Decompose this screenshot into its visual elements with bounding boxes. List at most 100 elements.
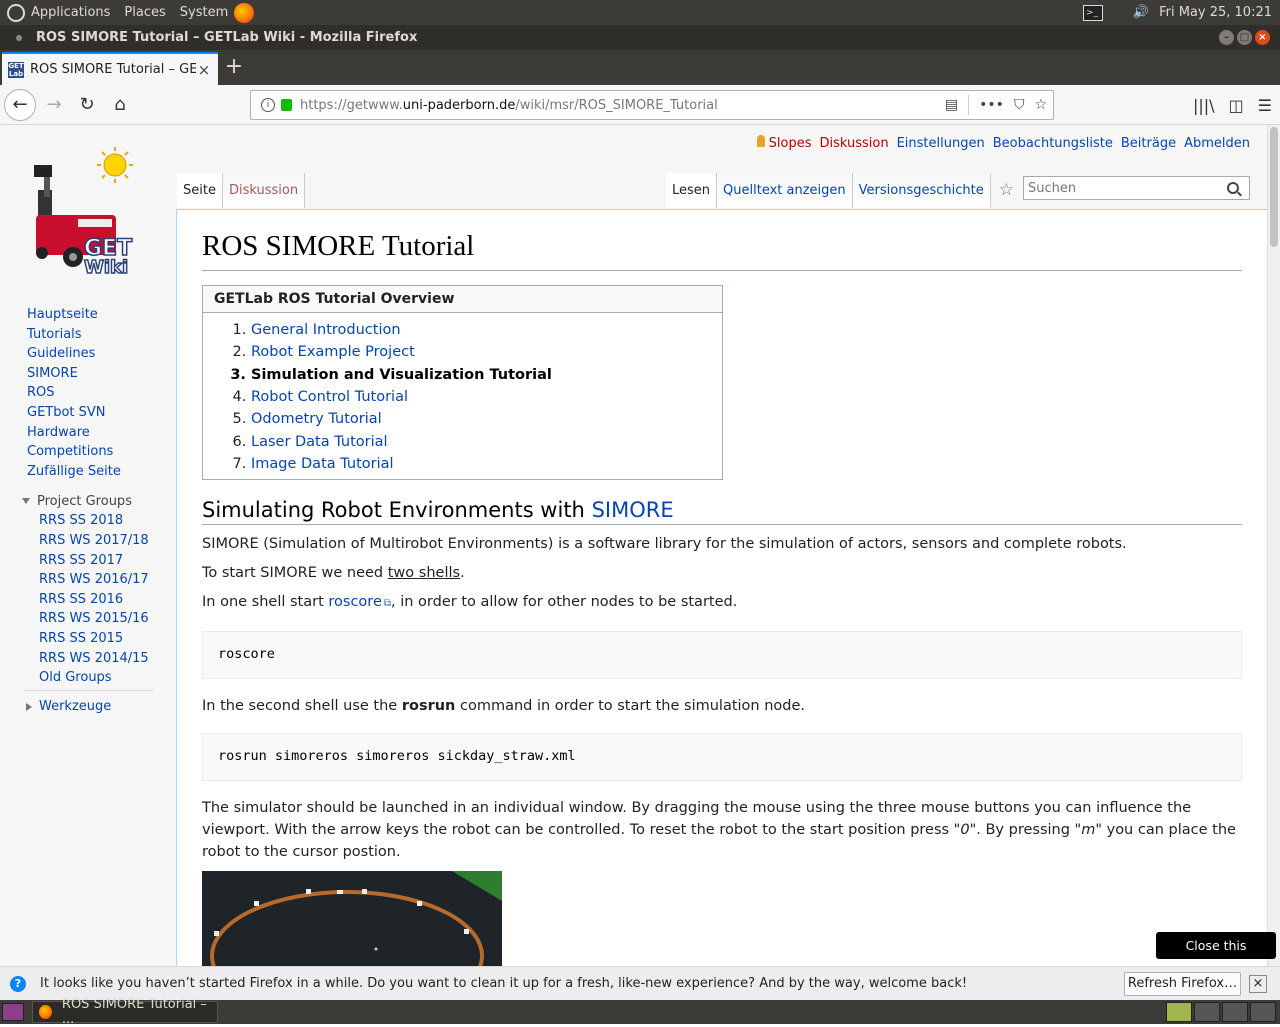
scrollbar-thumb[interactable]	[1270, 127, 1278, 247]
menu-places[interactable]: Places	[124, 5, 165, 20]
toc-item[interactable]: Odometry Tutorial	[251, 408, 722, 430]
project-group-link[interactable]: RRS SS 2016	[0, 590, 170, 610]
project-groups-label: Project Groups	[37, 493, 132, 509]
firefox-launcher-icon[interactable]	[234, 2, 255, 23]
menu-applications[interactable]: Applications	[31, 5, 110, 20]
refresh-firefox-button[interactable]: Refresh Firefox…	[1124, 972, 1241, 996]
browser-tab[interactable]: GET Lab ROS SIMORE Tutorial – GET ×	[2, 52, 218, 85]
sidebar-item-competitions[interactable]: Competitions	[0, 442, 170, 462]
code-block-rosrun[interactable]: rosrun simoreros simoreros sickday_straw…	[202, 732, 1242, 781]
notification-bar: ? It looks like you haven’t started Fire…	[0, 966, 1280, 1000]
logout-link[interactable]: Abmelden	[1184, 136, 1250, 151]
sidebar-item-getbot-svn[interactable]: GETbot SVN	[0, 403, 170, 423]
top-panel: Applications Places System >_ 🔊 Fri May …	[0, 0, 1280, 25]
sidebar-item-guidelines[interactable]: Guidelines	[0, 344, 170, 364]
project-group-link[interactable]: RRS WS 2014/15	[0, 649, 170, 669]
library-icon[interactable]: |||\	[1193, 96, 1215, 115]
back-button[interactable]: ←	[4, 88, 36, 121]
roscore-external-link[interactable]: roscore	[328, 594, 391, 610]
toc-item[interactable]: Robot Example Project	[251, 341, 722, 363]
project-group-link[interactable]: RRS WS 2016/17	[0, 570, 170, 590]
close-window-button[interactable]: ×	[1255, 30, 1270, 45]
show-desktop-icon[interactable]	[2, 1003, 24, 1021]
sidebar-toggle-icon[interactable]: ◫	[1229, 96, 1244, 115]
sidebar-item-hauptseite[interactable]: Hauptseite	[0, 305, 170, 325]
personal-discussion-link[interactable]: Diskussion	[819, 136, 888, 151]
info-icon[interactable]: i	[261, 98, 275, 112]
pocket-icon[interactable]: ⛉	[1014, 97, 1025, 113]
url-text[interactable]: https://getwww.uni-paderborn.de/wiki/msr…	[300, 98, 945, 113]
toc-item[interactable]: Image Data Tutorial	[251, 453, 722, 475]
lock-icon[interactable]	[281, 99, 292, 111]
notification-message: It looks like you haven’t started Firefo…	[40, 976, 968, 991]
separator	[968, 95, 970, 115]
project-group-link[interactable]: RRS WS 2017/18	[0, 531, 170, 551]
reader-view-icon[interactable]: ▤	[945, 97, 958, 113]
user-link[interactable]: Slopes	[756, 135, 811, 151]
bookmark-star-icon[interactable]: ☆	[1034, 97, 1047, 113]
workspace-4[interactable]	[1250, 1002, 1276, 1022]
sidebar-item-simore[interactable]: SIMORE	[0, 364, 170, 384]
tools-label: Werkzeuge	[39, 699, 112, 715]
contributions-link[interactable]: Beiträge	[1121, 136, 1176, 151]
page-scrollbar[interactable]	[1267, 125, 1280, 966]
reload-button[interactable]: ↻	[72, 90, 102, 120]
clock[interactable]: Fri May 25, 10:21	[1159, 5, 1272, 20]
table-of-contents: GETLab ROS Tutorial Overview General Int…	[202, 284, 723, 480]
tab-read[interactable]: Lesen	[666, 173, 718, 208]
code-block-roscore[interactable]: roscore	[202, 630, 1242, 679]
close-notification-button[interactable]: ×	[1249, 975, 1267, 993]
simore-heading-link[interactable]: SIMORE	[592, 498, 674, 522]
new-tab-button[interactable]: +	[218, 52, 250, 85]
watch-star-icon[interactable]: ☆	[991, 173, 1022, 208]
project-groups-toggle[interactable]: Project Groups	[0, 491, 170, 511]
minimize-button[interactable]: –	[1219, 30, 1234, 45]
window-menu-icon[interactable]	[16, 34, 22, 41]
paragraph-shells: To start SIMORE we need two shells.	[202, 564, 465, 581]
tab-view-source[interactable]: Quelltext anzeigen	[717, 173, 853, 208]
getlab-favicon-icon: GET Lab	[8, 61, 24, 78]
page-actions-icon[interactable]: •••	[979, 97, 1004, 113]
maximize-button[interactable]: □	[1237, 30, 1252, 45]
project-group-link[interactable]: RRS SS 2015	[0, 629, 170, 649]
toc-item[interactable]: Robot Control Tutorial	[251, 386, 722, 408]
search-icon[interactable]	[1227, 182, 1239, 194]
sidebar-item-hardware[interactable]: Hardware	[0, 423, 170, 443]
workspace-3[interactable]	[1222, 1002, 1248, 1022]
forward-button[interactable]: →	[39, 90, 69, 120]
tab-close-icon[interactable]: ×	[196, 61, 212, 79]
workspace-2[interactable]	[1194, 1002, 1220, 1022]
project-group-link[interactable]: RRS WS 2015/16	[0, 609, 170, 629]
project-group-link[interactable]: Old Groups	[0, 668, 170, 688]
project-group-link[interactable]: RRS SS 2017	[0, 551, 170, 571]
getwiki-logo[interactable]: GET Wiki	[28, 145, 153, 279]
chevron-down-icon	[22, 498, 30, 505]
volume-icon[interactable]: 🔊	[1133, 5, 1149, 20]
paragraph-intro: SIMORE (Simulation of Multirobot Environ…	[202, 535, 1127, 552]
menu-system[interactable]: System	[180, 5, 228, 20]
tab-history[interactable]: Versionsgeschichte	[852, 173, 991, 208]
sidebar-item-tutorials[interactable]: Tutorials	[0, 325, 170, 345]
sidebar-item-random-page[interactable]: Zufällige Seite	[0, 462, 170, 482]
project-group-link[interactable]: RRS SS 2018	[0, 511, 170, 531]
toc-item[interactable]: Laser Data Tutorial	[251, 431, 722, 453]
terminal-icon[interactable]: >_	[1082, 4, 1103, 21]
simulator-screenshot[interactable]	[202, 870, 502, 966]
ubuntu-logo-icon[interactable]	[7, 3, 25, 22]
preferences-link[interactable]: Einstellungen	[897, 136, 985, 151]
taskbar-window-button[interactable]: ROS SIMORE Tutorial – ...	[32, 997, 218, 1027]
url-bar[interactable]: i https://getwww.uni-paderborn.de/wiki/m…	[250, 90, 1054, 120]
wiki-page: GET Wiki Hauptseite Tutorials Guidelines…	[0, 125, 1267, 966]
toc-item[interactable]: General Introduction	[251, 319, 722, 341]
watchlist-link[interactable]: Beobachtungsliste	[993, 136, 1113, 151]
page-title: ROS SIMORE Tutorial	[202, 228, 1242, 271]
question-icon: ?	[10, 975, 26, 992]
home-button[interactable]: ⌂	[105, 90, 135, 120]
hamburger-menu-icon[interactable]: ☰	[1258, 96, 1272, 115]
tools-toggle[interactable]: Werkzeuge	[0, 697, 170, 717]
workspace-1[interactable]	[1166, 1002, 1192, 1022]
tab-discussion[interactable]: Diskussion	[222, 173, 306, 208]
tab-page[interactable]: Seite	[177, 173, 223, 208]
sidebar-item-ros[interactable]: ROS	[0, 383, 170, 403]
search-input[interactable]: Suchen	[1023, 176, 1250, 200]
